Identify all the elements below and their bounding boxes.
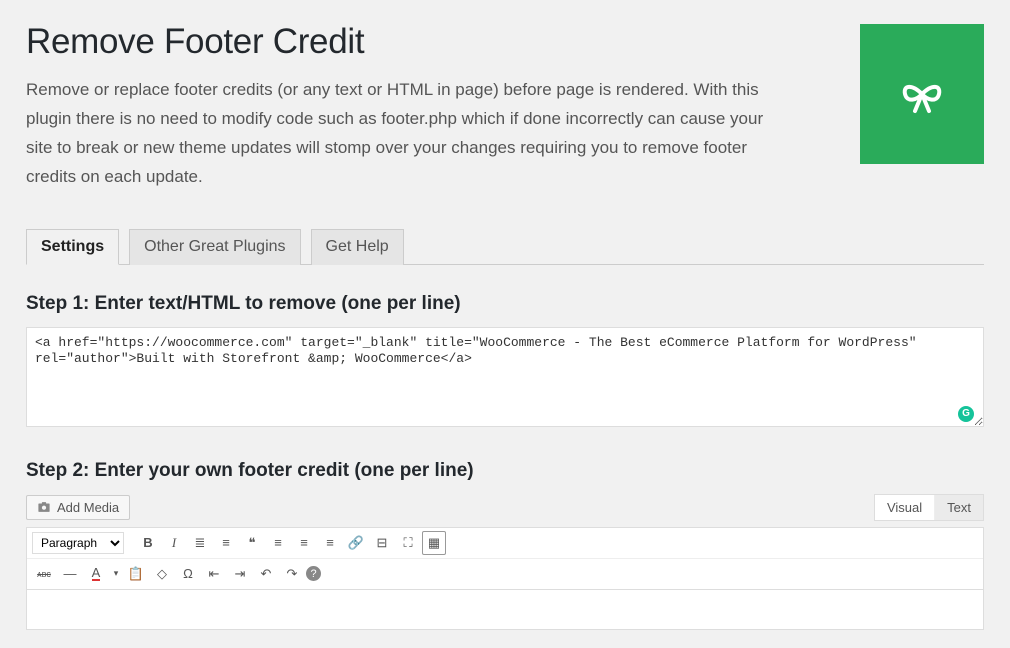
indent-button[interactable]: ⇥	[228, 562, 252, 586]
editor-mode-tabs: Visual Text	[874, 494, 984, 521]
plugin-logo	[860, 24, 984, 164]
step2-heading: Step 2: Enter your own footer credit (on…	[26, 460, 984, 482]
remove-text-input[interactable]: <a href="https://woocommerce.com" target…	[26, 327, 984, 427]
page-header: Remove Footer Credit Remove or replace f…	[26, 18, 984, 206]
toolbar-row-2: ᴀʙᴄ—A▾📋◇Ω⇤⇥↶↷?	[27, 559, 983, 589]
number-list-button[interactable]: ≡	[214, 531, 238, 555]
tab-text[interactable]: Text	[934, 495, 983, 520]
redo-button[interactable]: ↷	[280, 562, 304, 586]
read-more-button[interactable]: ⊟	[370, 531, 394, 555]
grammarly-icon[interactable]: G	[958, 406, 974, 422]
fullscreen-button[interactable]: ⛶	[396, 531, 420, 555]
step1-heading: Step 1: Enter text/HTML to remove (one p…	[26, 293, 984, 315]
paste-text-button[interactable]: 📋	[124, 562, 148, 586]
tab-visual[interactable]: Visual	[875, 495, 934, 520]
text-color-button[interactable]: A	[84, 562, 108, 586]
bow-icon	[895, 67, 949, 121]
blockquote-button[interactable]: ❝	[240, 531, 264, 555]
align-right-button[interactable]: ≡	[318, 531, 342, 555]
outdent-button[interactable]: ⇤	[202, 562, 226, 586]
editor-content[interactable]	[26, 590, 984, 630]
page-title: Remove Footer Credit	[26, 22, 830, 62]
tab-get-help[interactable]: Get Help	[311, 229, 404, 265]
align-center-button[interactable]: ≡	[292, 531, 316, 555]
bullet-list-button[interactable]: ≣	[188, 531, 212, 555]
bold-button[interactable]: B	[136, 531, 160, 555]
clear-formatting-button[interactable]: ◇	[150, 562, 174, 586]
toolbar-toggle-button[interactable]: ▦	[422, 531, 446, 555]
camera-icon	[37, 500, 51, 514]
align-left-button[interactable]: ≡	[266, 531, 290, 555]
tab-other-plugins[interactable]: Other Great Plugins	[129, 229, 300, 265]
strikethrough-button[interactable]: ᴀʙᴄ	[32, 562, 56, 586]
special-char-button[interactable]: Ω	[176, 562, 200, 586]
editor-toolbar: Paragraph BI≣≡❝≡≡≡🔗⊟⛶▦ ᴀʙᴄ—A▾📋◇Ω⇤⇥↶↷?	[26, 527, 984, 590]
tab-settings[interactable]: Settings	[26, 229, 119, 265]
add-media-label: Add Media	[57, 500, 119, 515]
add-media-button[interactable]: Add Media	[26, 495, 130, 520]
undo-button[interactable]: ↶	[254, 562, 278, 586]
toolbar-row-1: Paragraph BI≣≡❝≡≡≡🔗⊟⛶▦	[27, 528, 983, 559]
settings-tabs: Settings Other Great Plugins Get Help	[26, 228, 984, 265]
italic-button[interactable]: I	[162, 531, 186, 555]
hr-button[interactable]: —	[58, 562, 82, 586]
format-select[interactable]: Paragraph	[32, 532, 124, 554]
text-color-dropdown-button[interactable]: ▾	[110, 562, 122, 586]
page-description: Remove or replace footer credits (or any…	[26, 76, 786, 192]
link-button[interactable]: 🔗	[344, 531, 368, 555]
help-button[interactable]: ?	[306, 566, 321, 581]
